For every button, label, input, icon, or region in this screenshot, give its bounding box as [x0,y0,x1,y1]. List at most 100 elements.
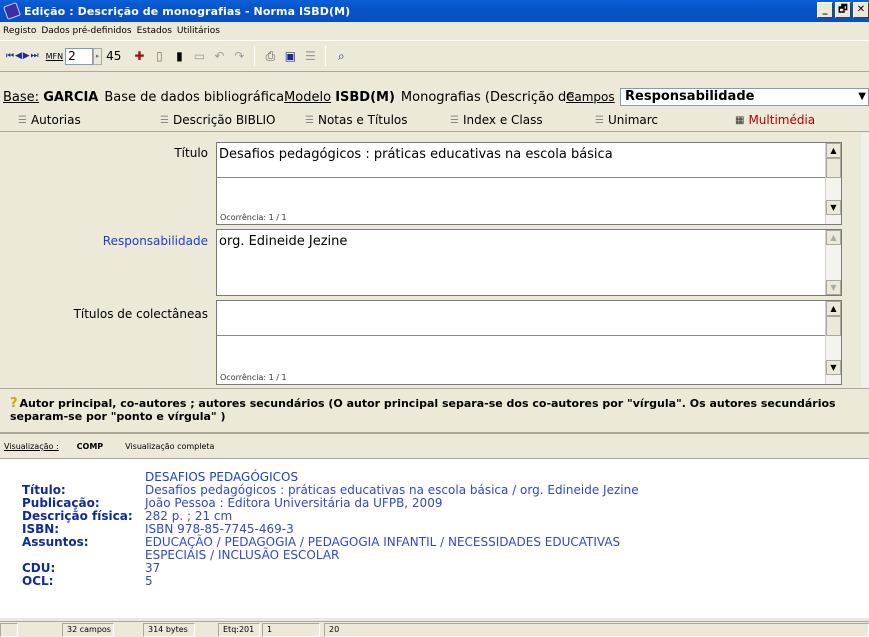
scroll-down-icon[interactable]: ▼ [826,360,841,375]
titulo-scrollbar[interactable]: ▲ ▼ [825,143,841,224]
divider [217,335,841,336]
base-label: Base: [3,89,40,105]
redo-icon[interactable]: ↷ [232,49,246,63]
colectaneas-occurrence: Ocorrência: 1 / 1 [220,373,287,382]
tab-multimedia[interactable]: ▦ Multimédia [735,113,815,127]
status-bar: 32 campos 314 bytes Etq:201 1 20 [0,621,869,637]
list-icon: ☰ [18,114,27,126]
menu-registo[interactable]: Registo [3,26,36,36]
document-icon[interactable]: ▭ [192,49,206,63]
help-text: Autor principal, co-autores ; autores se… [10,397,836,423]
visualization-panel: DESAFIOS PEDAGÓGICOS Título: Desafios ped… [0,458,869,618]
tab-autorias[interactable]: ☰ Autorias [18,113,81,127]
campos-label: Campos [566,90,615,104]
tab-label: Unimarc [607,113,659,127]
responsabilidade-label: Responsabilidade [102,234,208,248]
toolbar-separator [325,46,327,66]
save-icon[interactable]: ▣ [283,49,297,63]
tab-label: Multimédia [748,113,816,127]
colectaneas-scrollbar[interactable]: ▲ ▼ [825,301,841,384]
list-icon[interactable]: ☰ [303,49,317,63]
responsabilidade-scrollbar[interactable]: ▲ ▼ [825,230,841,295]
colectaneas-label: Títulos de colectâneas [73,307,208,321]
tab-index-e-class[interactable]: ☰ Index e Class [450,113,543,127]
model-description: Monografias (Descrição de [400,89,575,105]
list-icon: ☰ [160,114,169,126]
undo-icon[interactable]: ↶ [212,49,226,63]
form-area: Título Desafios pedagógicos : práticas e… [0,133,861,388]
titulo-label: Título [174,146,208,160]
model-label: Modelo [284,89,332,105]
base-description: Base de dados bibliográfica [104,89,285,105]
status-tag: Etq:201 [218,623,260,637]
visualization-code[interactable]: COMP [77,442,104,451]
tab-unimarc[interactable]: ☰ Unimarc [595,113,658,127]
search-icon[interactable]: ⌕ [334,49,348,63]
visualization-description: Visualização completa [125,441,215,451]
app-book-icon [3,2,21,20]
toolbar-separator [254,46,256,66]
divider [217,177,841,178]
record-total: 45 [106,49,122,63]
record-heading: DESAFIOS PEDAGÓGICOS [145,470,299,484]
multimedia-icon: ▦ [735,114,745,126]
status-bytes: 314 bytes [143,623,195,637]
campos-select[interactable]: Responsabilidade ▼ [620,88,869,106]
status-length: 20 [324,623,869,637]
tab-label: Index e Class [462,113,543,127]
tab-label: Descrição BIBLIO [172,113,276,127]
scroll-up-icon[interactable]: ▲ [826,301,841,316]
status-pane-empty [0,623,18,637]
menu-utilitarios[interactable]: Utilitários [177,26,220,36]
visualization-bar: Visualização : COMP Visualização complet… [0,432,869,458]
record-key: Assuntos: [22,535,89,549]
titulo-value[interactable]: Desafios pedagógicos : práticas educativ… [217,143,841,166]
list-icon: ☰ [595,114,604,126]
menu-bar: Registo Dados pré-definidos Estados Util… [0,22,869,40]
campos-select-value: Responsabilidade [625,89,755,104]
copy-record-icon[interactable]: ▯ [152,49,166,63]
list-icon: ☰ [450,114,459,126]
base-info-row: Base: GARCIA Base de dados bibliográfica… [0,86,869,108]
menu-dados-pre-definidos[interactable]: Dados pré-definidos [41,26,131,36]
scroll-up-icon[interactable]: ▲ [826,230,841,245]
responsabilidade-field[interactable]: org. Edineide Jezine ▲ ▼ [216,229,842,296]
responsabilidade-value[interactable]: org. Edineide Jezine [217,230,841,253]
menu-estados[interactable]: Estados [137,26,172,36]
colectaneas-value[interactable] [217,301,841,309]
title-bar: Edição : Descrição de monografias - Norm… [0,0,869,22]
mfn-spin-icon[interactable]: ▸ [93,47,103,65]
record-value: ESPECIAIS / INCLUSÃO ESCOLAR [145,548,340,562]
tab-label: Autorias [30,113,81,127]
tab-descricao-biblio[interactable]: ☰ Descrição BIBLIO [160,113,276,127]
scroll-thumb[interactable] [826,316,841,336]
field-help: ? Autor principal, co-autores ; autores s… [0,388,869,428]
record-navigation-icons[interactable]: ⏮ ◀ ▶ ⏭ [6,51,39,61]
new-record-icon[interactable]: ✚ [132,49,146,63]
close-button[interactable]: ✕ [853,2,869,18]
mfn-label: MFN [45,51,64,61]
tab-notas-e-titulos[interactable]: ☰ Notas e Títulos [305,113,408,127]
scroll-down-icon[interactable]: ▼ [826,200,841,215]
mfn-input[interactable]: 2 [65,47,94,65]
chevron-down-icon[interactable]: ▼ [858,89,866,105]
titulo-field[interactable]: Desafios pedagógicos : práticas educativ… [216,142,842,225]
list-icon: ☰ [305,114,314,126]
tabs-row: ☰ Autorias ☰ Descrição BIBLIO ☰ Notas e Tít… [0,110,869,132]
restore-button[interactable]: 🗗 [835,2,851,18]
toolbar: ⏮ ◀ ▶ ⏭ MFN 2 ▸ 45 ✚ ▯ ▮ ▭ ↶ ↷ ⎙ ▣ ☰ ⌕ [0,40,869,72]
colectaneas-field[interactable]: Ocorrência: 1 / 1 ▲ ▼ [216,300,842,385]
scroll-thumb[interactable] [826,158,841,178]
scroll-down-icon[interactable]: ▼ [826,280,841,295]
record-row: OCL: 5 [22,575,869,588]
record-key: OCL: [22,574,54,588]
model-name: ISBD(M) [335,89,395,105]
print-icon[interactable]: ⎙ [263,49,277,63]
paste-record-icon[interactable]: ▮ [172,49,186,63]
record-value: 5 [145,574,153,588]
titulo-occurrence: Ocorrência: 1 / 1 [220,213,287,222]
scroll-up-icon[interactable]: ▲ [826,143,841,158]
minimize-button[interactable]: _ [817,2,833,18]
tab-label: Notas e Títulos [317,113,408,127]
form-scrollbar[interactable] [861,133,869,388]
